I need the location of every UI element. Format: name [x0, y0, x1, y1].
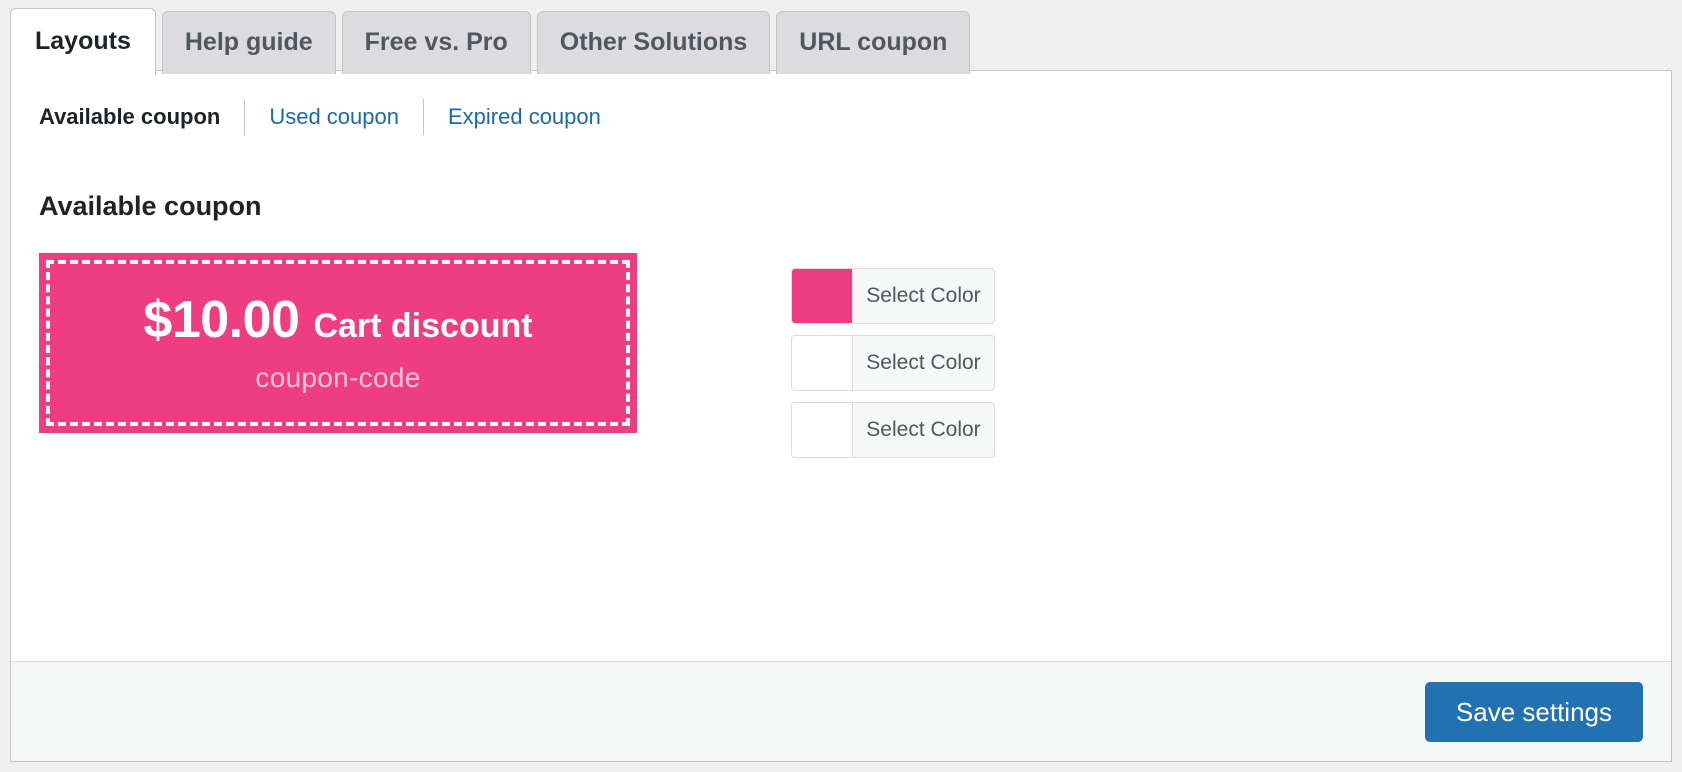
- tab-label: Help guide: [184, 28, 313, 56]
- tab-strip: Layouts Help guide Free vs. Pro Other So…: [10, 8, 971, 75]
- subnav-item-available-coupon[interactable]: Available coupon: [39, 106, 244, 128]
- coupon-code: coupon-code: [255, 362, 421, 393]
- coupon-card-inner: $10.00 Cart discount coupon-code: [46, 260, 630, 426]
- tab-other-solutions[interactable]: Other Solutions: [536, 11, 771, 74]
- color-picker-label: Select Color: [866, 284, 981, 307]
- tab-layouts[interactable]: Layouts: [10, 8, 156, 75]
- coupon-headline: $10.00 Cart discount: [143, 294, 532, 346]
- coupon-amount: $10.00: [143, 291, 300, 349]
- tab-free-vs-pro[interactable]: Free vs. Pro: [341, 11, 531, 74]
- tab-label: Layouts: [35, 27, 131, 55]
- color-picker-group: Select Color Select Color Select Color: [791, 268, 995, 458]
- color-picker-background[interactable]: Select Color: [791, 268, 995, 324]
- color-picker-label: Select Color: [866, 418, 981, 441]
- subnav-label: Available coupon: [39, 104, 221, 129]
- tab-label: Free vs. Pro: [364, 28, 508, 56]
- coupon-subnav: Available coupon Used coupon Expired cou…: [39, 99, 1643, 135]
- panel-footer: Save settings: [11, 661, 1671, 761]
- settings-panel: Available coupon Used coupon Expired cou…: [10, 70, 1672, 762]
- color-swatch[interactable]: [792, 269, 853, 323]
- coupon-type-label: Cart discount: [313, 307, 533, 345]
- subnav-item-expired-coupon[interactable]: Expired coupon: [424, 106, 625, 128]
- tab-url-coupon[interactable]: URL coupon: [776, 11, 971, 74]
- coupon-preview-row: $10.00 Cart discount coupon-code Select …: [39, 253, 1643, 458]
- subnav-item-used-coupon[interactable]: Used coupon: [245, 106, 423, 128]
- tab-label: Other Solutions: [559, 28, 748, 56]
- color-picker-label: Select Color: [866, 351, 981, 374]
- color-swatch[interactable]: [792, 403, 853, 457]
- panel-body: Available coupon Used coupon Expired cou…: [11, 71, 1671, 661]
- save-settings-button[interactable]: Save settings: [1424, 681, 1643, 742]
- tab-label: URL coupon: [799, 28, 948, 56]
- color-picker-border[interactable]: Select Color: [791, 402, 995, 458]
- color-picker-text[interactable]: Select Color: [791, 335, 995, 391]
- section-title: Available coupon: [39, 191, 262, 221]
- subnav-label: Expired coupon: [447, 104, 601, 129]
- tab-help-guide[interactable]: Help guide: [161, 11, 336, 74]
- color-swatch[interactable]: [792, 336, 853, 390]
- subnav-label: Used coupon: [269, 104, 399, 129]
- coupon-card[interactable]: $10.00 Cart discount coupon-code: [39, 253, 637, 433]
